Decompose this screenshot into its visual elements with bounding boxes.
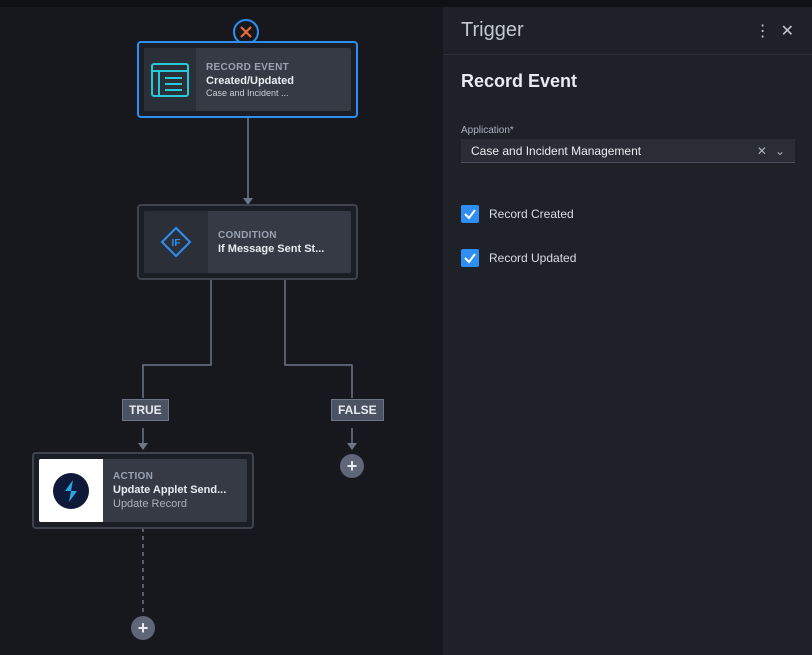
svg-text:IF: IF <box>172 238 181 249</box>
application-label: Application* <box>461 125 514 136</box>
record-updated-option[interactable]: Record Updated <box>461 249 576 267</box>
chevron-down-icon[interactable]: ⌄ <box>775 144 785 158</box>
panel-title: Trigger <box>461 19 524 41</box>
add-step-false-button[interactable]: + <box>340 454 364 478</box>
node-title: Created/Updated <box>206 74 295 87</box>
section-title: Record Event <box>461 71 578 91</box>
add-step-button[interactable]: + <box>131 616 155 640</box>
record-created-label: Record Created <box>489 207 574 221</box>
record-event-icon <box>144 48 196 111</box>
checkmark-icon <box>464 209 476 220</box>
record-created-option[interactable]: Record Created <box>461 205 574 223</box>
condition-node[interactable]: IF CONDITION If Message Sent St... <box>137 204 358 280</box>
close-icon[interactable]: ✕ <box>781 21 794 41</box>
condition-if-icon: IF <box>144 211 208 273</box>
application-select[interactable]: Case and Incident Management ✕ ⌄ <box>461 139 795 163</box>
action-node[interactable]: ACTION Update Applet Send... Update Reco… <box>32 452 254 529</box>
top-bar <box>0 0 812 7</box>
applet-logo-icon <box>39 459 103 522</box>
properties-panel: Trigger ⋮ ✕ Record Event Application* Ca… <box>443 7 812 655</box>
node-kind: RECORD EVENT <box>206 61 290 73</box>
node-title: If Message Sent St... <box>218 242 325 255</box>
node-subtitle: Case and Incident ... <box>206 87 289 98</box>
node-kind: ACTION <box>113 471 154 482</box>
node-kind: CONDITION <box>218 229 277 241</box>
record-updated-checkbox[interactable] <box>461 249 479 267</box>
panel-header: Trigger ⋮ ✕ <box>443 7 812 55</box>
application-value: Case and Incident Management <box>471 143 642 158</box>
node-subtitle: Update Record <box>113 498 187 510</box>
kebab-menu-icon[interactable]: ⋮ <box>755 21 771 41</box>
trigger-node[interactable]: RECORD EVENT Created/Updated Case and In… <box>137 41 358 118</box>
node-title: Update Applet Send... <box>113 484 227 496</box>
clear-icon[interactable]: ✕ <box>757 144 767 158</box>
close-circle-icon <box>240 26 252 38</box>
branch-false-label: FALSE <box>331 399 384 421</box>
checkmark-icon <box>464 253 476 264</box>
branch-true-label: TRUE <box>122 399 169 421</box>
record-updated-label: Record Updated <box>489 251 577 265</box>
record-created-checkbox[interactable] <box>461 205 479 223</box>
